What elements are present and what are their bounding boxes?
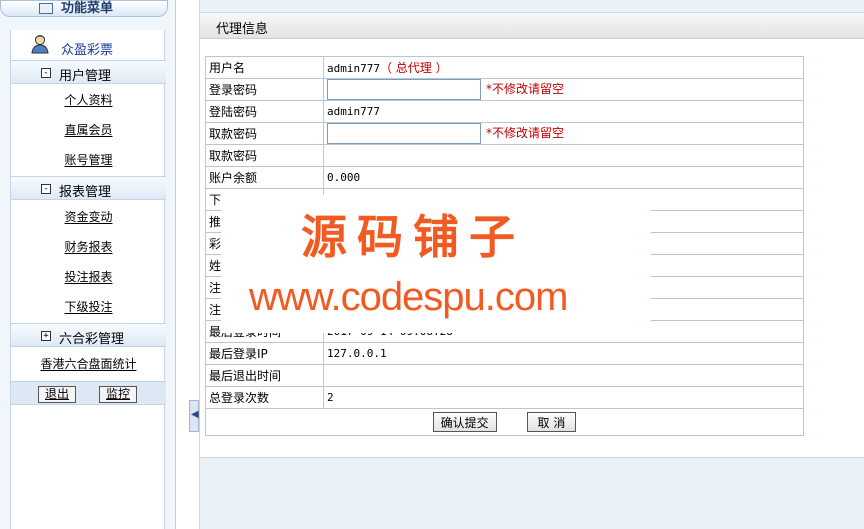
row-value: 127.0.0.1 (327, 347, 387, 360)
row-label: 最后退出时间 (205, 364, 324, 387)
user-icon (31, 35, 49, 54)
group-label: 用户管理 (59, 69, 112, 84)
brand-name: 众盈彩票 (61, 43, 114, 58)
brand: 众盈彩票 (11, 30, 166, 58)
row-value-cell: *不修改请留空 (323, 78, 804, 101)
row-label: 用户名 (205, 56, 324, 79)
menu-icon (39, 3, 53, 14)
row-value-cell (323, 364, 804, 387)
hint-text: *不修改请留空 (486, 81, 565, 96)
watermark: 源码铺子 www.codespu.com (221, 195, 651, 333)
table-row: 最后退出时间 (205, 364, 804, 387)
group-user-management[interactable]: - 用户管理 (11, 60, 166, 84)
row-label: 登陆密码 (205, 100, 324, 123)
chevron-left-icon: ◀ (191, 409, 199, 420)
menu-item-financial-report[interactable]: 财务报表 (11, 232, 166, 262)
watermark-chinese: 源码铺子 (301, 210, 525, 264)
collapse-icon: - (41, 68, 51, 78)
row-label: 最后登录IP (205, 342, 324, 365)
menu-header: 功能菜单 (0, 0, 168, 17)
menu-item-account-management[interactable]: 账号管理 (11, 145, 166, 175)
menu-item-sub-bets[interactable]: 下级投注 (11, 292, 166, 322)
row-label: 取款密码 (205, 122, 324, 145)
group-report-management[interactable]: - 报表管理 (11, 176, 166, 200)
action-row: 确认提交 取 消 (205, 408, 804, 436)
row-value: 0.000 (327, 171, 361, 184)
menu-item-profile[interactable]: 个人资料 (11, 85, 166, 115)
submit-button[interactable]: 确认提交 (432, 412, 497, 432)
hk-mark-six-stats-link[interactable]: 香港六合盘面统计 (11, 352, 166, 376)
cancel-button[interactable]: 取 消 (526, 412, 577, 432)
monitor-button[interactable]: 监控 (99, 386, 138, 403)
row-value: 2 (327, 391, 334, 404)
password-input[interactable] (327, 79, 481, 100)
app-window: 功能菜单 众盈彩票 - 用户管理 个人资料 直属会员 账号管理 - 报表管理 资… (0, 0, 864, 529)
row-label: 账户余额 (205, 166, 324, 189)
row-label: 总登录次数 (205, 386, 324, 409)
hint-text: *不修改请留空 (486, 125, 565, 140)
logout-button[interactable]: 退出 (38, 386, 77, 403)
table-row: 最后登录IP 127.0.0.1 (205, 342, 804, 365)
group-mark-six-management[interactable]: + 六合彩管理 (11, 323, 166, 347)
table-row: 登陆密码 admin777 (205, 100, 804, 123)
table-row: 用户名 admin777（ 总代理 ） (205, 56, 804, 79)
sidebar-actions: 退出 监控 (11, 381, 166, 405)
table-row: 取款密码 (205, 144, 804, 167)
group-label: 报表管理 (59, 185, 112, 200)
menu-header-title: 功能菜单 (61, 1, 114, 16)
row-value-cell (323, 144, 804, 167)
menu-item-bet-report[interactable]: 投注报表 (11, 262, 166, 292)
sidebar: 功能菜单 众盈彩票 - 用户管理 个人资料 直属会员 账号管理 - 报表管理 资… (0, 0, 176, 529)
menu-item-direct-members[interactable]: 直属会员 (11, 115, 166, 145)
page-title-bar: 代理信息 (200, 13, 864, 39)
menu-item-fund-changes[interactable]: 资金变动 (11, 202, 166, 232)
row-value-cell: 127.0.0.1 (323, 342, 804, 365)
sidebar-toggle[interactable]: ◀ (189, 400, 199, 432)
table-row: 总登录次数 2 (205, 386, 804, 409)
page-title: 代理信息 (216, 22, 269, 37)
row-value: admin777 (327, 62, 380, 75)
row-label: 取款密码 (205, 144, 324, 167)
collapse-icon: - (41, 184, 51, 194)
watermark-url: www.codespu.com (249, 275, 568, 319)
row-value: admin777 (327, 105, 380, 118)
row-value-cell: 0.000 (323, 166, 804, 189)
row-value-cell: *不修改请留空 (323, 122, 804, 145)
sidebar-panel: 众盈彩票 - 用户管理 个人资料 直属会员 账号管理 - 报表管理 资金变动 财… (10, 30, 166, 529)
row-value-cell: admin777（ 总代理 ） (323, 56, 804, 79)
group-label: 六合彩管理 (59, 332, 125, 347)
expand-icon: + (41, 331, 51, 341)
row-value-cell: admin777 (323, 100, 804, 123)
table-row: 账户余额 0.000 (205, 166, 804, 189)
row-label: 登录密码 (205, 78, 324, 101)
table-row: 取款密码 *不修改请留空 (205, 122, 804, 145)
password-input[interactable] (327, 123, 481, 144)
table-row: 登录密码 *不修改请留空 (205, 78, 804, 101)
row-value-cell: 2 (323, 386, 804, 409)
role-badge: （ 总代理 ） (379, 61, 448, 75)
